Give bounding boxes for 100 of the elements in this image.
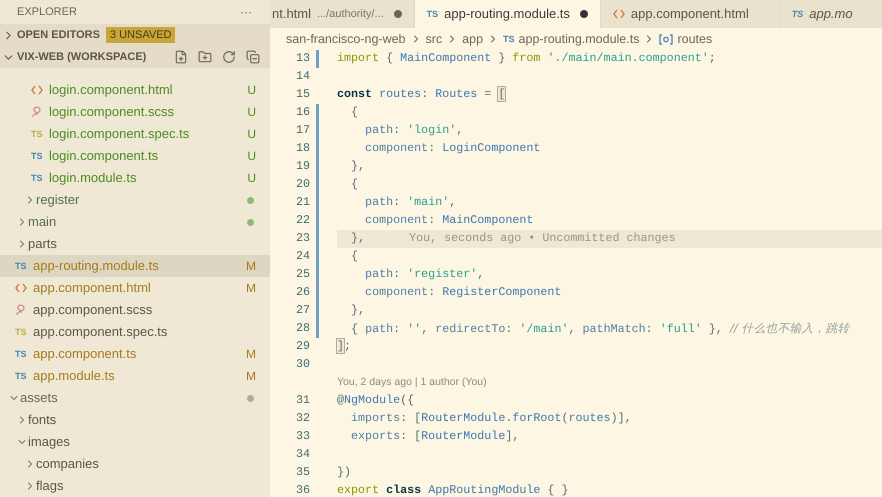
code-text: const routes: Routes = [ [337, 86, 506, 104]
line-number: 15 [294, 86, 310, 104]
section-header[interactable]: VIX-WEB (WORKSPACE) [0, 46, 270, 68]
line-number: 20 [294, 176, 310, 194]
line-number: 31 [294, 392, 310, 410]
git-status-letter: U [247, 104, 256, 121]
code-text: export class AppRoutingModule { } [337, 482, 568, 497]
line-number: 19 [294, 158, 310, 176]
code-text: ]; [337, 338, 352, 356]
code-text: { [350, 104, 358, 122]
file-row[interactable]: login.component.html U [0, 79, 270, 101]
line-number: 23 [294, 230, 310, 248]
git-status-letter: U [247, 148, 256, 165]
editor-tab[interactable]: app.component.html [600, 0, 780, 28]
file-row[interactable]: TS app-routing.module.ts M [0, 255, 270, 277]
new-folder-icon[interactable] [198, 50, 212, 64]
git-status-letter: M [246, 258, 256, 275]
code-brackets-icon [15, 283, 27, 293]
section-header[interactable]: OPEN EDITORS 3 UNSAVED [0, 24, 270, 46]
breadcrumb-item[interactable]: routes [677, 30, 712, 48]
folder-row[interactable]: companies [0, 453, 270, 475]
typescript-icon: TS [31, 174, 43, 182]
folder-row[interactable]: parts [0, 233, 270, 255]
typescript-icon: TS [15, 328, 27, 336]
git-status-letter: M [246, 280, 256, 297]
explorer-title: EXPLORER [17, 4, 77, 20]
editor-tab[interactable]: TS app.mo [780, 0, 882, 28]
line-number: 17 [294, 122, 310, 140]
editor-tab[interactable]: nt.html .../authority/... [270, 0, 415, 28]
line-number: 34 [294, 446, 310, 464]
line-number: 32 [294, 410, 310, 428]
typescript-icon: TS [503, 34, 515, 44]
code-text: component: RegisterComponent [364, 284, 562, 302]
file-row[interactable]: TS app.component.spec.ts [0, 321, 270, 343]
line-number: 22 [294, 212, 310, 230]
inline-blame: You, seconds ago • Uncommitted changes [409, 230, 676, 248]
code-text: { [350, 248, 358, 266]
file-row[interactable]: TS login.component.ts U [0, 145, 270, 167]
editor-tab[interactable]: TS app-routing.module.ts [414, 0, 601, 28]
file-row[interactable]: TS login.component.spec.ts U [0, 123, 270, 145]
breadcrumb-item[interactable]: app-routing.module.ts [518, 30, 640, 48]
typescript-icon: TS [426, 10, 438, 18]
folder-row[interactable]: fonts [0, 409, 270, 431]
code-brackets-icon [31, 85, 43, 95]
breadcrumb-item[interactable]: san-francisco-ng-web [286, 30, 406, 48]
breadcrumb-item[interactable]: app [462, 30, 484, 48]
file-row[interactable]: TS app.module.ts M [0, 365, 270, 387]
line-number: 27 [294, 302, 310, 320]
swirl-icon [15, 304, 26, 316]
line-number: 26 [294, 284, 310, 302]
code-text: imports: [RouterModule.forRoot(routes)], [350, 410, 632, 428]
file-row[interactable]: login.component.scss U [0, 101, 270, 123]
collapse-all-icon[interactable] [246, 50, 260, 64]
brackets-symbol-icon [659, 34, 674, 44]
file-row[interactable]: TS app.component.ts M [0, 343, 270, 365]
code-text: }) [337, 464, 352, 482]
git-status-letter: U [247, 170, 256, 187]
more-actions-button[interactable]: ··· [240, 3, 252, 21]
code-text: }, [350, 230, 366, 248]
line-number: 35 [294, 464, 310, 482]
folder-row[interactable]: register [0, 189, 270, 211]
folder-row[interactable]: flags [0, 475, 270, 497]
folder-row[interactable]: images [0, 431, 270, 453]
line-number: 13 [294, 50, 310, 68]
code-text: path: 'main', [364, 194, 456, 212]
folder-row[interactable]: assets [0, 387, 270, 409]
tab-description: .../authority/... [317, 6, 384, 22]
typescript-icon: TS [15, 262, 27, 270]
swirl-icon [31, 106, 42, 118]
new-file-icon[interactable] [174, 50, 188, 64]
code-text: }, [350, 158, 366, 176]
line-number: 14 [294, 68, 310, 86]
folder-row[interactable]: main [0, 211, 270, 233]
git-status-letter: U [247, 126, 256, 143]
typescript-icon: TS [31, 152, 43, 160]
file-row[interactable]: app.component.scss [0, 299, 270, 321]
code-brackets-icon [612, 9, 625, 19]
line-number: 21 [294, 194, 310, 212]
refresh-icon[interactable] [222, 50, 236, 64]
breadcrumb-item[interactable]: src [426, 30, 442, 48]
typescript-icon: TS [15, 372, 27, 380]
code-text: component: MainComponent [364, 212, 534, 230]
code-text: { [350, 176, 358, 194]
code-text: { path: '', redirectTo: '/main', pathMatch: 'full' }, // 什么也不输入，跳转 [350, 320, 850, 338]
code-lens[interactable]: You, 2 days ago | 1 author (You) [337, 375, 487, 391]
line-number: 33 [294, 428, 310, 446]
code-text: path: 'register', [364, 266, 484, 284]
git-status-letter: M [246, 368, 256, 385]
file-row[interactable]: TS login.module.ts U [0, 167, 270, 189]
typescript-icon: TS [15, 350, 27, 358]
git-status-letter: U [247, 82, 256, 99]
code-text: import { MainComponent } from './main/main.component'; [337, 50, 716, 68]
unsaved-badge: 3 UNSAVED [106, 26, 176, 44]
line-number: 24 [294, 248, 310, 266]
line-number: 29 [294, 338, 310, 356]
line-number: 36 [294, 482, 310, 497]
typescript-icon: TS [792, 10, 804, 18]
code-text: @NgModule({ [337, 392, 414, 410]
file-row[interactable]: app.component.html M [0, 277, 270, 299]
typescript-icon: TS [31, 130, 43, 138]
